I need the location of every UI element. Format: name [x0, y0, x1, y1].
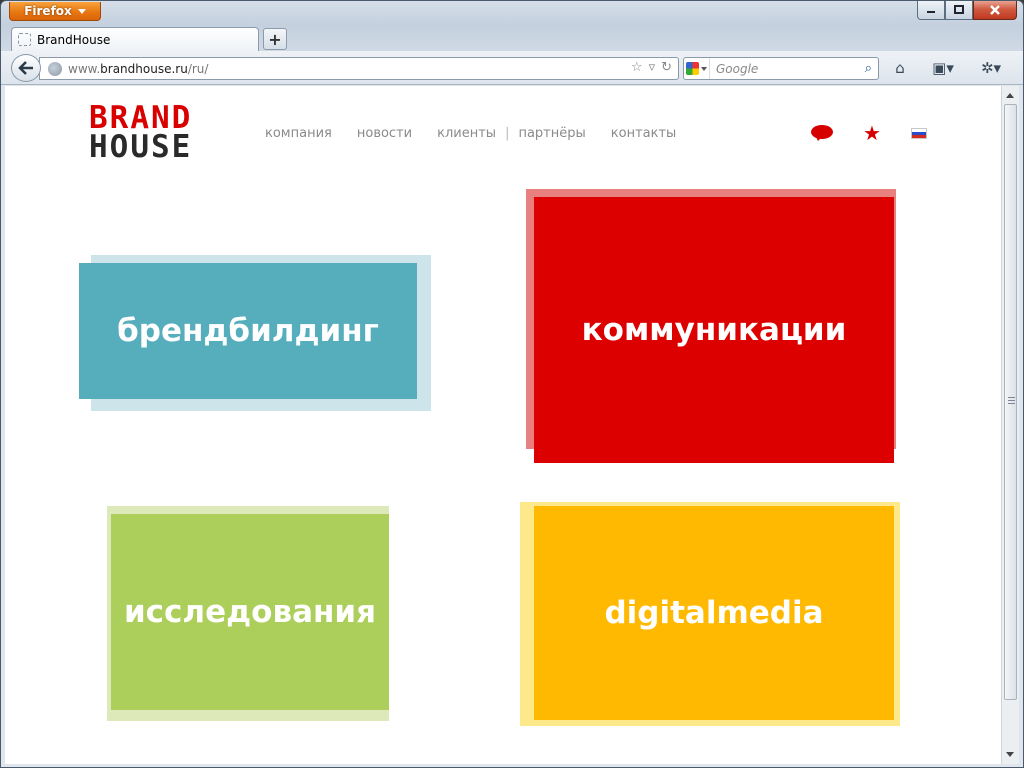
logo-text-house: HOUSE — [89, 129, 193, 165]
back-arrow-icon — [18, 61, 33, 75]
history-dropdown-icon[interactable]: ▿ — [649, 60, 656, 75]
url-path: /ru/ — [187, 61, 209, 76]
home-button[interactable]: ⌂ — [889, 58, 911, 78]
url-domain: brandhouse.ru — [100, 61, 188, 76]
chevron-down-icon — [77, 8, 86, 14]
vertical-scrollbar[interactable] — [1001, 86, 1019, 764]
chevron-down-icon — [701, 66, 707, 71]
home-icon: ⌂ — [895, 59, 905, 77]
tile-label: брендбилдинг — [117, 313, 379, 349]
title-bar: Firefox — [1, 1, 1023, 25]
tile-research[interactable]: исследования — [111, 514, 389, 710]
scrollbar-thumb[interactable] — [1004, 104, 1017, 700]
bookmarks-icon: ▣▾ — [932, 59, 954, 77]
nav-item-clients[interactable]: клиенты — [437, 126, 496, 141]
firefox-menu-button[interactable]: Firefox — [9, 2, 101, 21]
maximize-button[interactable] — [945, 1, 973, 20]
navigation-toolbar: www. brandhouse.ru/ru/ ☆ ▿ ↻ Google ⌕ ⌂ ▣… — [1, 51, 1023, 85]
plus-icon: + — [268, 29, 282, 49]
page-favicon-icon — [18, 33, 31, 46]
tile-digitalmedia[interactable]: digitalmedia — [534, 506, 894, 720]
close-icon — [990, 5, 1000, 15]
site-identity-icon[interactable] — [48, 61, 62, 76]
firefox-menu-label: Firefox — [24, 4, 72, 18]
header-icons: ★ — [811, 123, 927, 143]
bug-icon: ✲▾ — [980, 59, 1002, 77]
minimize-icon — [927, 11, 935, 13]
nav-item-news[interactable]: новости — [357, 126, 412, 141]
reload-icon[interactable]: ↻ — [661, 60, 672, 75]
tab-title: BrandHouse — [37, 32, 111, 47]
search-engine-selector[interactable] — [684, 58, 710, 79]
speech-bubble-icon[interactable] — [811, 125, 833, 141]
russian-flag-icon[interactable] — [910, 127, 927, 139]
scroll-up-icon[interactable] — [1006, 93, 1014, 98]
search-input[interactable]: Google — [716, 62, 758, 76]
google-icon — [686, 62, 699, 75]
bookmark-star-icon[interactable]: ☆ — [631, 60, 643, 75]
new-tab-button[interactable]: + — [263, 28, 287, 50]
scroll-down-icon[interactable] — [1006, 752, 1014, 757]
url-bar[interactable]: www. brandhouse.ru/ru/ ☆ ▿ ↻ — [39, 57, 679, 80]
nav-item-partners[interactable]: партнёры — [518, 126, 585, 141]
browser-window: Firefox BrandHouse + www. brandhouse.ru … — [0, 0, 1024, 768]
grip-icon — [1008, 397, 1015, 404]
window-controls — [917, 1, 1017, 20]
tab-strip: BrandHouse + — [1, 25, 1023, 51]
nav-separator: | — [505, 126, 510, 141]
bookmarks-menu-button[interactable]: ▣▾ — [927, 58, 959, 78]
tile-brandbuilding[interactable]: брендбилдинг — [79, 263, 417, 399]
tile-label: исследования — [123, 594, 377, 630]
maximize-icon — [954, 5, 964, 14]
tile-label: коммуникации — [581, 312, 847, 348]
brandhouse-logo[interactable]: BRAND HOUSE — [89, 103, 193, 165]
nav-item-contacts[interactable]: контакты — [611, 126, 677, 141]
search-bar[interactable]: Google ⌕ — [683, 57, 879, 80]
back-button[interactable] — [11, 54, 41, 82]
close-button[interactable] — [973, 1, 1017, 20]
nav-item-company[interactable]: компания — [265, 126, 332, 141]
tile-label: digitalmedia — [604, 595, 824, 631]
url-bar-icons: ☆ ▿ ↻ — [631, 60, 672, 75]
tile-communications[interactable]: коммуникации — [534, 197, 894, 463]
addon-button[interactable]: ✲▾ — [971, 58, 1011, 78]
search-icon[interactable]: ⌕ — [865, 61, 872, 76]
url-prefix: www. — [68, 61, 101, 76]
tab-brandhouse[interactable]: BrandHouse — [11, 27, 259, 51]
star-icon[interactable]: ★ — [863, 123, 881, 143]
minimize-button[interactable] — [917, 1, 945, 20]
main-nav: компания новости клиенты | партнёры конт… — [265, 126, 676, 141]
page-viewport: BRAND HOUSE компания новости клиенты | п… — [5, 86, 1001, 764]
